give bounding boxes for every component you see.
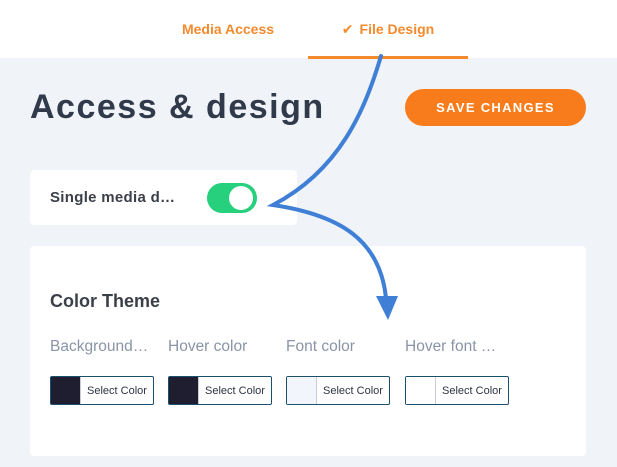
single-media-label: Single media d… — [50, 189, 176, 206]
tab-file-design[interactable]: ✔ File Design — [308, 0, 468, 58]
page-title: Access & design — [30, 88, 325, 126]
hover-color-field: Hover color Select Color — [168, 338, 272, 405]
tab-media-access[interactable]: Media Access — [160, 0, 296, 58]
color-field-label: Background… — [50, 338, 149, 355]
single-media-card: Single media d… — [30, 170, 297, 225]
color-swatch — [406, 377, 436, 404]
color-field-label: Hover font … — [405, 338, 497, 355]
check-icon: ✔ — [341, 20, 354, 37]
select-color-label: Select Color — [87, 384, 147, 397]
color-theme-title: Color Theme — [50, 291, 161, 311]
tab-label: File Design — [359, 21, 435, 37]
color-swatch — [169, 377, 199, 404]
font-color-field: Font color Select Color — [286, 338, 390, 405]
color-swatch — [51, 377, 81, 404]
top-tab-bar: Media Access ✔ File Design — [0, 0, 617, 59]
hover-font-color-picker[interactable]: Select Color — [405, 376, 509, 405]
hover-font-color-field: Hover font … Select Color — [405, 338, 509, 405]
color-field-label: Font color — [286, 338, 355, 355]
color-theme-card: Color Theme Background… Select Color Hov… — [30, 246, 586, 456]
color-swatch — [287, 377, 317, 404]
save-changes-button[interactable]: SAVE CHANGES — [405, 89, 586, 126]
background-color-picker[interactable]: Select Color — [50, 376, 154, 405]
background-color-field: Background… Select Color — [50, 338, 154, 405]
font-color-picker[interactable]: Select Color — [286, 376, 390, 405]
select-color-label: Select Color — [205, 384, 265, 397]
single-media-toggle[interactable] — [207, 183, 257, 213]
select-color-label: Select Color — [323, 384, 383, 397]
color-field-label: Hover color — [168, 338, 248, 355]
select-color-label: Select Color — [442, 384, 502, 397]
tab-label: Media Access — [181, 21, 275, 37]
hover-color-picker[interactable]: Select Color — [168, 376, 272, 405]
toggle-knob — [229, 186, 253, 210]
active-tab-indicator — [308, 56, 468, 59]
